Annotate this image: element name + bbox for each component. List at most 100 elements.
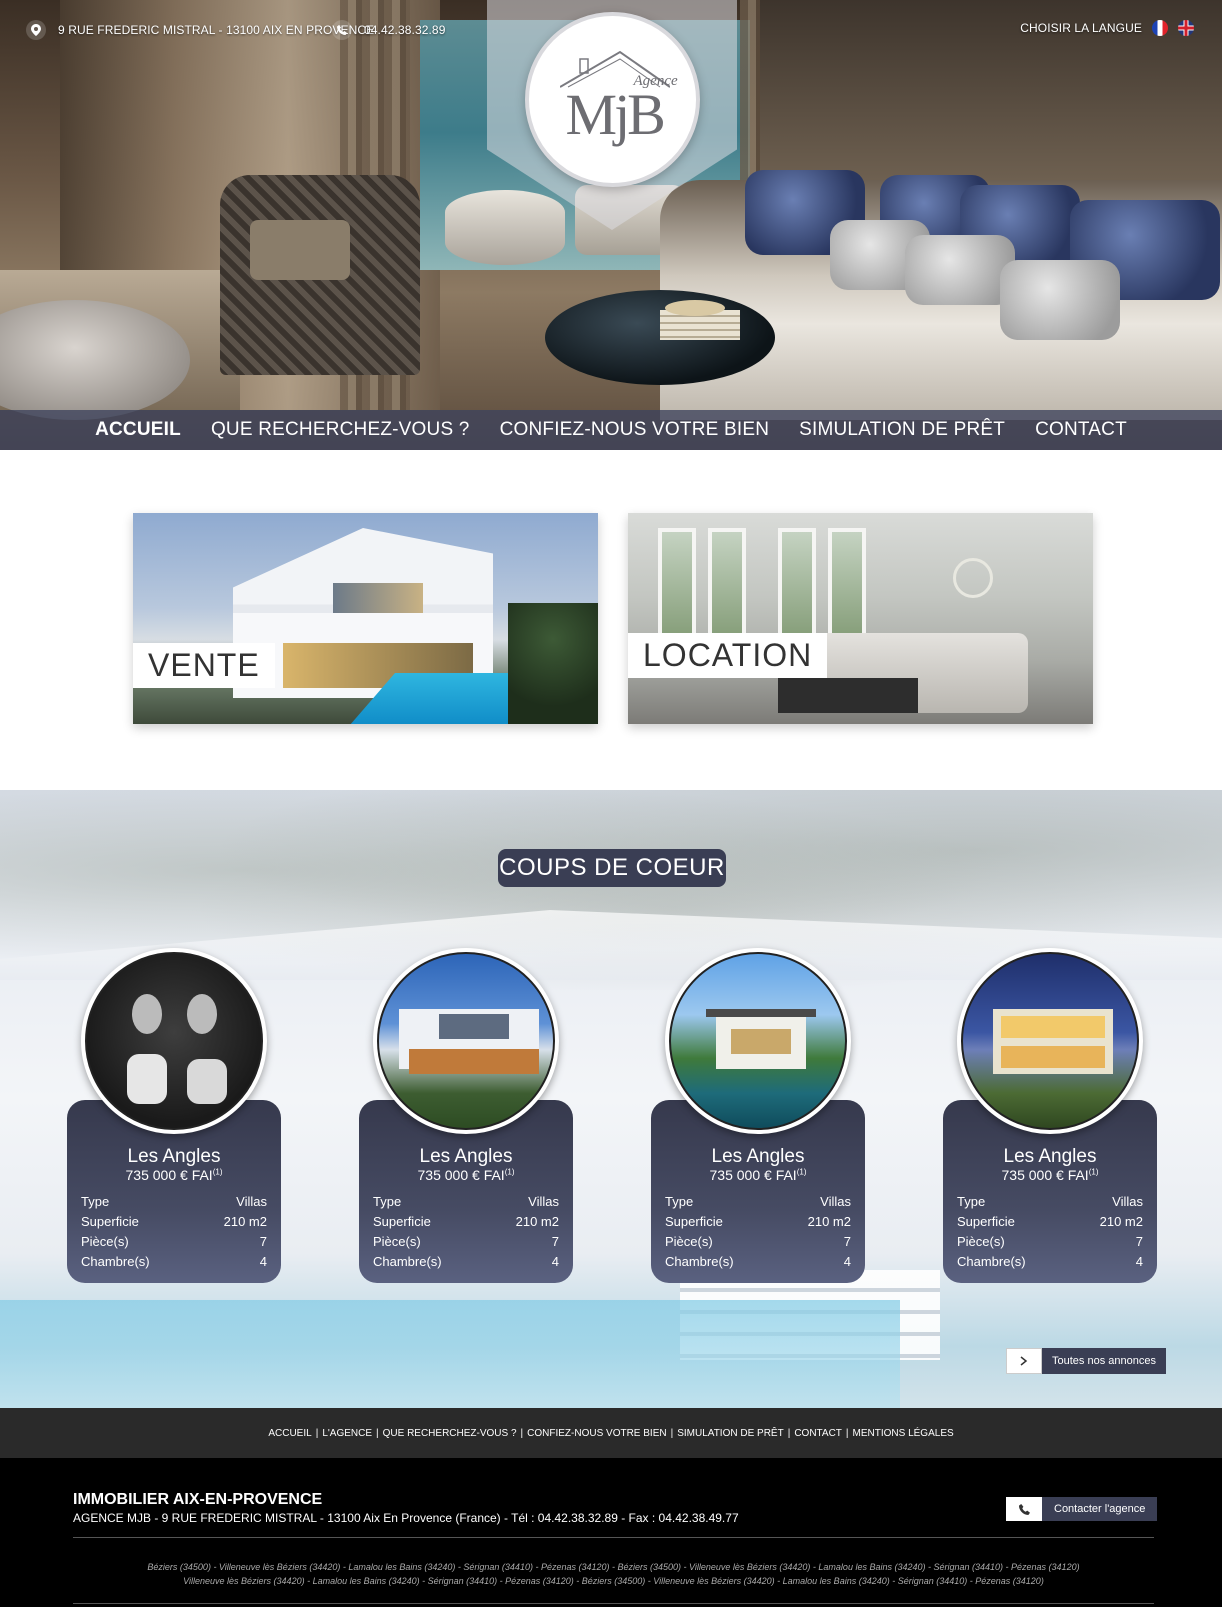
- card-row-rooms: Pièce(s) 7: [957, 1232, 1143, 1252]
- row-value: Villas: [1112, 1194, 1143, 1209]
- logo[interactable]: Agence MjB: [525, 12, 700, 187]
- row-label: Type: [957, 1194, 986, 1209]
- card-row-type: Type Villas: [373, 1192, 559, 1212]
- card-price: 735 000 € FAI(1): [651, 1167, 865, 1183]
- footer-separator: |: [520, 1427, 524, 1439]
- nav-item-simulation[interactable]: SIMULATION DE PRÊT: [799, 419, 1005, 441]
- hero-ottoman: [445, 190, 565, 265]
- row-value: 4: [843, 1254, 851, 1269]
- property-photo[interactable]: [373, 948, 559, 1134]
- footer-link-agence[interactable]: L'AGENCE: [322, 1428, 372, 1439]
- hero-cushion: [905, 235, 1015, 305]
- all-ads-label[interactable]: Toutes nos annonces: [1042, 1348, 1166, 1374]
- row-value: 210 m2: [807, 1214, 851, 1229]
- row-value: 7: [1135, 1234, 1143, 1249]
- footer-link-mentions[interactable]: MENTIONS LÉGALES: [853, 1428, 954, 1439]
- card-price: 735 000 € FAI(1): [943, 1167, 1157, 1183]
- location-label[interactable]: LOCATION: [628, 633, 828, 678]
- property-photo[interactable]: [81, 948, 267, 1134]
- phone-block[interactable]: 04.42.38.32.89: [332, 20, 445, 40]
- footer-title: IMMOBILIER AIX-EN-PROVENCE: [73, 1491, 323, 1508]
- card-price-note: (1): [796, 1167, 807, 1177]
- all-ads-button[interactable]: Toutes nos annonces: [1006, 1348, 1166, 1374]
- card-row-surface: Superficie 210 m2: [373, 1212, 559, 1232]
- photo-detail: [132, 994, 162, 1034]
- card-row-bedrooms: Chambre(s) 4: [81, 1252, 267, 1272]
- footer-link-contact[interactable]: CONTACT: [794, 1428, 842, 1439]
- address-block: 9 RUE FREDERIC MISTRAL - 13100 AIX EN PR…: [26, 20, 374, 40]
- card-details: Type Villas Superficie 210 m2 Pièce(s) 7 Ch…: [957, 1192, 1143, 1272]
- property-photo[interactable]: [665, 948, 851, 1134]
- footer-link-confiez[interactable]: CONFIEZ-NOUS VOTRE BIEN: [527, 1428, 666, 1439]
- footer-link-simulation[interactable]: SIMULATION DE PRÊT: [677, 1428, 784, 1439]
- room-chandelier: [953, 558, 993, 598]
- row-label: Pièce(s): [665, 1234, 713, 1249]
- card-row-surface: Superficie 210 m2: [957, 1212, 1143, 1232]
- chevron-right-icon: [1006, 1348, 1042, 1374]
- contact-agency-label[interactable]: Contacter l'agence: [1042, 1497, 1158, 1521]
- footer-address: AGENCE MJB - 9 RUE FREDERIC MISTRAL - 13…: [73, 1511, 739, 1525]
- card-row-rooms: Pièce(s) 7: [81, 1232, 267, 1252]
- english-flag-icon[interactable]: [1178, 20, 1194, 36]
- room-table: [778, 678, 918, 713]
- card-price: 735 000 € FAI(1): [67, 1167, 281, 1183]
- nav-item-contact[interactable]: CONTACT: [1035, 419, 1127, 441]
- phone-icon: [332, 20, 352, 40]
- row-value: Villas: [236, 1194, 267, 1209]
- row-label: Type: [81, 1194, 110, 1209]
- photo-detail: [187, 1059, 227, 1104]
- footer-link-recherche[interactable]: QUE RECHERCHEZ-VOUS ?: [383, 1428, 517, 1439]
- footer-nav: ACCUEIL | L'AGENCE | QUE RECHERCHEZ-VOUS ?…: [0, 1408, 1222, 1458]
- row-value: 7: [551, 1234, 559, 1249]
- footer-divider: [73, 1603, 1154, 1604]
- row-value: Villas: [820, 1194, 851, 1209]
- card-price: 735 000 € FAI(1): [359, 1167, 573, 1183]
- card-price-note: (1): [504, 1167, 515, 1177]
- card-row-surface: Superficie 210 m2: [665, 1212, 851, 1232]
- vente-tile[interactable]: VENTE: [133, 513, 598, 724]
- photo-detail: [409, 1049, 539, 1074]
- card-city: Les Angles: [127, 1146, 221, 1167]
- card-city: Les Angles: [419, 1146, 513, 1167]
- card-price-value: 735 000 € FAI: [1001, 1167, 1089, 1183]
- property-photo-villa: [377, 952, 555, 1130]
- footer-separator: |: [315, 1427, 319, 1439]
- card-price-note: (1): [212, 1167, 223, 1177]
- phone-icon: [1006, 1497, 1042, 1521]
- nav-item-accueil[interactable]: ACCUEIL: [95, 419, 181, 441]
- row-label: Superficie: [373, 1214, 431, 1229]
- row-label: Chambre(s): [665, 1254, 734, 1269]
- footer-divider: [73, 1537, 1154, 1538]
- location-tile[interactable]: LOCATION: [628, 513, 1093, 724]
- card-row-bedrooms: Chambre(s) 4: [665, 1252, 851, 1272]
- card-price-value: 735 000 € FAI: [417, 1167, 505, 1183]
- card-price-note: (1): [1088, 1167, 1099, 1177]
- photo-detail: [439, 1014, 509, 1039]
- footer-link-accueil[interactable]: ACCUEIL: [268, 1428, 311, 1439]
- card-city: Les Angles: [1003, 1146, 1097, 1167]
- row-value: 210 m2: [515, 1214, 559, 1229]
- nav-item-confiez[interactable]: CONFIEZ-NOUS VOTRE BIEN: [500, 419, 770, 441]
- phone-number[interactable]: 04.42.38.32.89: [364, 23, 445, 37]
- property-photo-interior: [85, 952, 263, 1130]
- footer-cities-line: Villeneuve lès Béziers (34420) - Lamalou…: [183, 1576, 1044, 1586]
- row-value: 4: [1135, 1254, 1143, 1269]
- location-pin-icon: [26, 20, 46, 40]
- vente-label[interactable]: VENTE: [133, 643, 275, 688]
- card-city: Les Angles: [711, 1146, 805, 1167]
- card-row-type: Type Villas: [665, 1192, 851, 1212]
- contact-agency-button[interactable]: Contacter l'agence: [1006, 1497, 1158, 1521]
- footer-separator: |: [787, 1427, 791, 1439]
- row-value: 7: [259, 1234, 267, 1249]
- property-photo[interactable]: [957, 948, 1143, 1134]
- nav-item-recherche[interactable]: QUE RECHERCHEZ-VOUS ?: [211, 419, 470, 441]
- row-label: Pièce(s): [957, 1234, 1005, 1249]
- logo-inner: Agence MjB: [538, 25, 688, 175]
- card-price-value: 735 000 € FAI: [709, 1167, 797, 1183]
- card-row-bedrooms: Chambre(s) 4: [373, 1252, 559, 1272]
- row-value: 4: [551, 1254, 559, 1269]
- coups-de-coeur-title: COUPS DE COEUR: [498, 849, 726, 887]
- photo-detail: [1001, 1046, 1105, 1068]
- french-flag-icon[interactable]: [1152, 20, 1168, 36]
- row-label: Superficie: [957, 1214, 1015, 1229]
